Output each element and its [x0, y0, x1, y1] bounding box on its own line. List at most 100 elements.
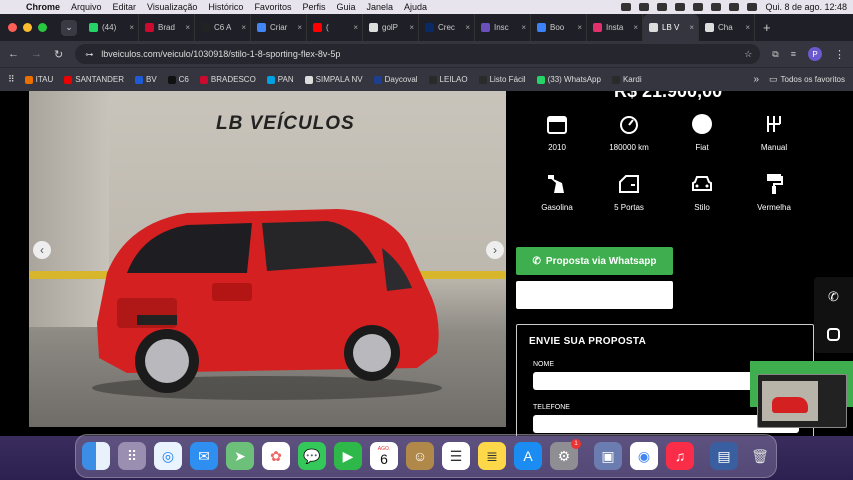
browser-tab[interactable]: (44) × — [83, 14, 139, 41]
finder-icon[interactable] — [82, 442, 110, 470]
menu-ajuda[interactable]: Ajuda — [404, 2, 427, 12]
whatsapp-proposal-button[interactable]: ✆ Proposta via Whatsapp — [516, 247, 673, 275]
menu-historico[interactable]: Histórico — [208, 2, 243, 12]
notes-icon[interactable]: ≣ — [478, 442, 506, 470]
new-tab-icon[interactable]: + — [763, 20, 771, 35]
photos-icon[interactable]: ✿ — [262, 442, 290, 470]
tab-close-icon[interactable]: × — [241, 23, 250, 32]
trash-icon[interactable]: 🗑 — [746, 442, 774, 470]
tab-close-icon[interactable]: × — [745, 23, 754, 32]
contacts-icon[interactable]: ☺ — [406, 442, 434, 470]
profile-avatar[interactable]: P — [808, 47, 822, 61]
tab-close-icon[interactable]: × — [633, 23, 642, 32]
menu-editar[interactable]: Editar — [113, 2, 137, 12]
browser-tab[interactable]: Brad × — [139, 14, 195, 41]
clock[interactable]: Qui. 8 de ago. 12:48 — [765, 2, 847, 12]
browser-tab[interactable]: Crec × — [419, 14, 475, 41]
photo-prev-button[interactable]: ‹ — [33, 241, 51, 259]
url-text[interactable]: lbveiculos.com/veiculo/1030918/stilo-1-8… — [101, 49, 340, 59]
browser-tab[interactable]: Cha × — [699, 14, 755, 41]
close-window-icon[interactable] — [8, 23, 17, 32]
safari-icon[interactable]: ◎ — [154, 442, 182, 470]
app-menu[interactable]: Chrome — [26, 2, 60, 12]
browser-tab[interactable]: LB V × — [643, 14, 699, 41]
tab-close-icon[interactable]: × — [353, 23, 362, 32]
reload-icon[interactable]: ↻ — [54, 48, 63, 61]
battery-icon[interactable] — [675, 3, 686, 11]
tab-close-icon[interactable]: × — [185, 23, 194, 32]
siri-icon[interactable] — [747, 3, 758, 11]
bookmark-star-icon[interactable]: ☆ — [744, 49, 752, 60]
tab-close-icon[interactable]: × — [129, 23, 138, 32]
chrome-menu-icon[interactable]: ⋮ — [834, 48, 845, 61]
zoom-window-icon[interactable] — [38, 23, 47, 32]
browser-tab[interactable]: (× — [307, 14, 363, 41]
photo-next-button[interactable]: › — [486, 241, 504, 259]
browser-tab[interactable]: Insta × — [587, 14, 643, 41]
control-center-icon[interactable] — [729, 3, 740, 11]
bookmark-item[interactable]: (33) WhatsApp — [536, 75, 601, 84]
bookmark-item[interactable]: BRADESCO — [199, 75, 256, 84]
system-settings-icon[interactable]: ⚙ 1 — [550, 439, 581, 470]
menu-janela[interactable]: Janela — [366, 2, 393, 12]
all-bookmarks-folder[interactable]: ▭ Todos os favoritos — [769, 74, 845, 85]
tab-close-icon[interactable]: × — [521, 23, 530, 32]
browser-tab[interactable]: Boo × — [531, 14, 587, 41]
tab-close-icon[interactable]: × — [465, 23, 474, 32]
bookmark-item[interactable]: PAN — [266, 75, 294, 84]
bookmark-item[interactable]: Daycoval — [373, 75, 418, 84]
wifi-icon[interactable] — [693, 3, 704, 11]
downloads-folder-icon[interactable]: ▤ — [710, 442, 738, 470]
bookmark-item[interactable]: Listo Fácil — [478, 75, 526, 84]
bookmark-item[interactable]: SANTANDER — [64, 75, 124, 84]
bookmark-item[interactable]: Kardi — [611, 75, 642, 84]
status-icon[interactable] — [621, 3, 632, 11]
messages-icon[interactable]: 💬 — [298, 442, 326, 470]
chrome-icon[interactable]: ◉ — [630, 442, 658, 470]
browser-tab[interactable]: Insc × — [475, 14, 531, 41]
music-icon[interactable]: ♫ — [666, 442, 694, 470]
menu-arquivo[interactable]: Arquivo — [71, 2, 102, 12]
minimize-window-icon[interactable] — [23, 23, 32, 32]
calendar-icon[interactable]: AGO. 6 — [370, 442, 398, 470]
back-icon[interactable]: ← — [8, 48, 19, 60]
bookmarks-overflow[interactable]: » — [753, 74, 759, 85]
extensions-icon[interactable]: ⧉ — [772, 49, 778, 60]
menu-favoritos[interactable]: Favoritos — [254, 2, 291, 12]
media-icon[interactable]: ≡ — [791, 49, 796, 59]
screenshot-thumbnail[interactable] — [757, 374, 847, 428]
bookmark-item[interactable]: ITAU — [24, 75, 53, 84]
address-bar[interactable]: ⊶ lbveiculos.com/veiculo/1030918/stilo-1… — [75, 44, 761, 64]
browser-tab[interactable]: Criar × — [251, 14, 307, 41]
site-info-icon[interactable]: ⊶ — [85, 50, 93, 59]
tab-search-icon[interactable]: ⌄ — [61, 19, 77, 36]
menu-perfis[interactable]: Perfis — [302, 2, 325, 12]
bookmark-item[interactable]: SIMPALA NV — [304, 75, 363, 84]
status-icon[interactable] — [639, 3, 650, 11]
menu-guia[interactable]: Guia — [336, 2, 355, 12]
vehicle-photo[interactable]: LB VEÍCULOS — [29, 91, 506, 427]
secondary-button[interactable] — [516, 281, 673, 309]
forward-icon[interactable]: → — [31, 48, 42, 60]
tab-close-icon[interactable]: × — [689, 23, 698, 32]
tab-close-icon[interactable]: × — [297, 23, 306, 32]
preview-icon[interactable]: ▣ — [594, 442, 622, 470]
tab-close-icon[interactable]: × — [409, 23, 418, 32]
launchpad-icon[interactable]: ⠿ — [118, 442, 146, 470]
instagram-icon[interactable] — [827, 328, 840, 342]
apps-grid-icon[interactable]: ⠿ — [8, 74, 15, 85]
browser-tab[interactable]: C6 A × — [195, 14, 251, 41]
app-store-icon[interactable]: A — [514, 442, 542, 470]
bookmark-item[interactable]: BV — [134, 75, 157, 84]
search-icon[interactable] — [711, 3, 722, 11]
bluetooth-icon[interactable] — [657, 3, 668, 11]
mail-icon[interactable]: ✉ — [190, 442, 218, 470]
browser-tab[interactable]: golP × — [363, 14, 419, 41]
menu-visualizacao[interactable]: Visualização — [147, 2, 197, 12]
reminders-icon[interactable]: ☰ — [442, 442, 470, 470]
maps-icon[interactable]: ➤ — [226, 442, 254, 470]
bookmark-item[interactable]: LEILAO — [428, 75, 468, 84]
bookmark-item[interactable]: C6 — [167, 75, 189, 84]
tab-close-icon[interactable]: × — [577, 23, 586, 32]
facetime-icon[interactable]: ▶ — [334, 442, 362, 470]
